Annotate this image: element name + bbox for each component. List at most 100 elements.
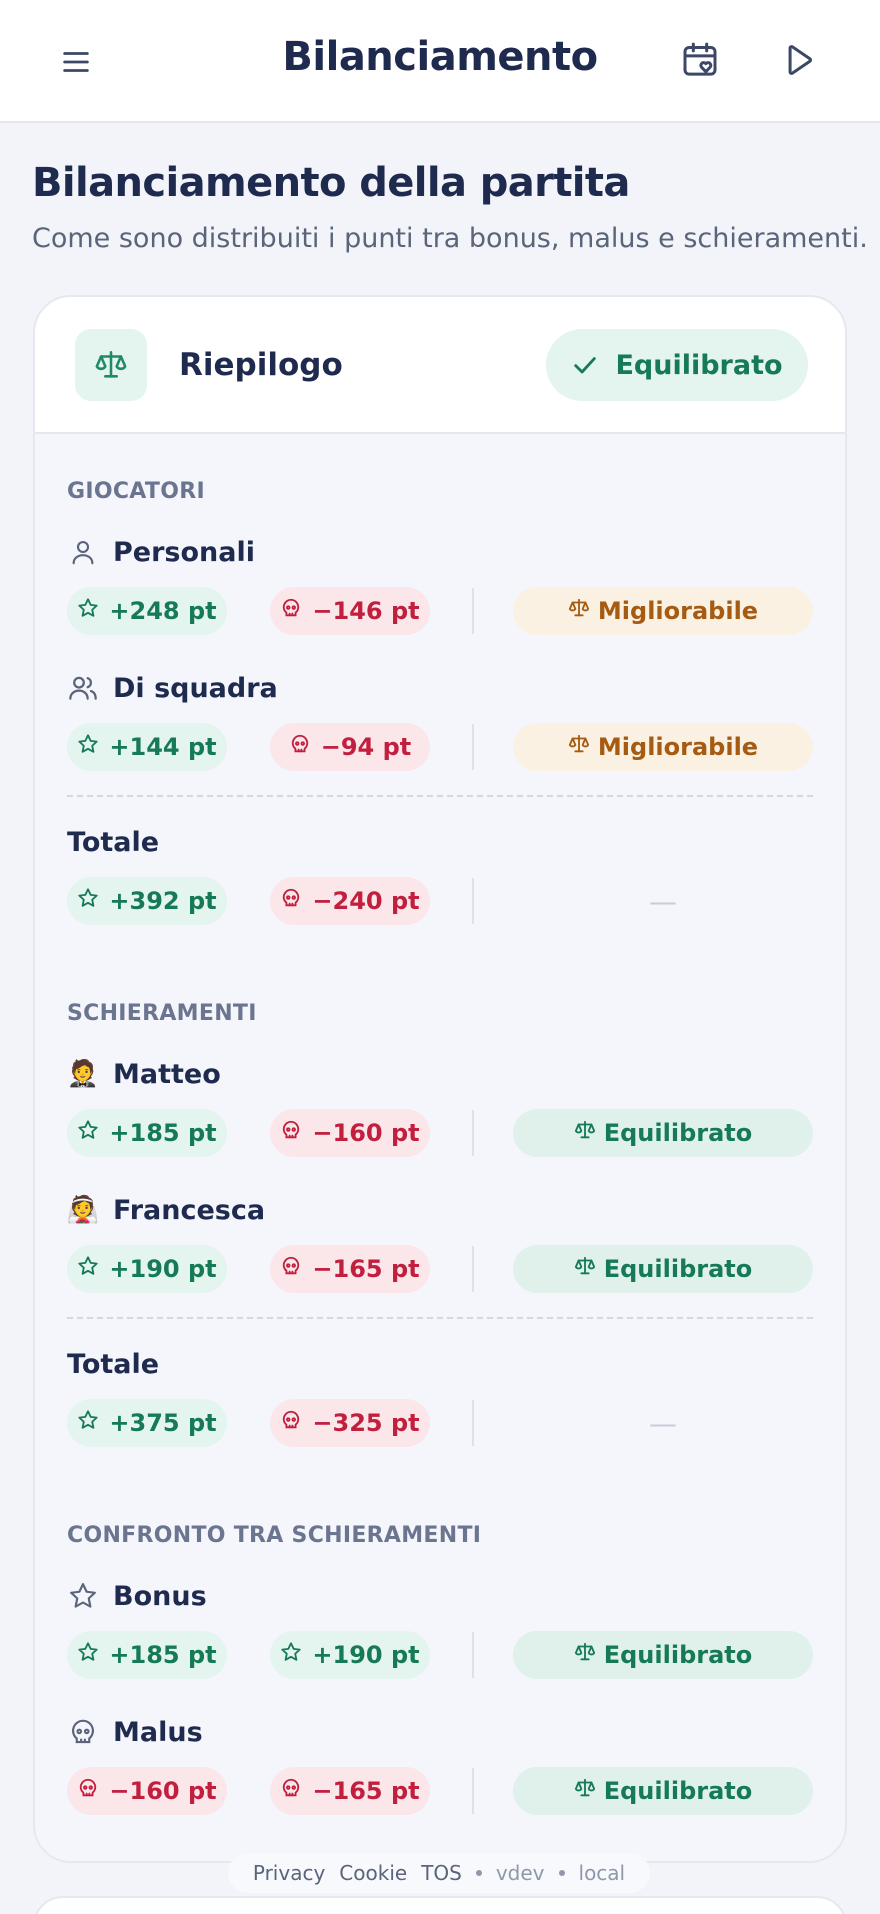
play-button[interactable]: [774, 36, 822, 84]
footer-version: vdev: [495, 1861, 545, 1885]
user-icon: [67, 536, 99, 568]
skull-icon: [280, 1119, 302, 1147]
personal-bonus-pill: +248 pt: [67, 587, 227, 635]
scale-icon: [574, 1119, 596, 1147]
top-bar: Bilanciamento: [0, 0, 880, 123]
users-icon: [67, 672, 99, 704]
section-label-comparison: CONFRONTO TRA SCHIERAMENTI: [67, 1523, 482, 1548]
comparison-malus-left-pill: −160 pt: [67, 1767, 227, 1815]
francesca-state-badge: Equilibrato: [513, 1245, 813, 1293]
team-label: Di squadra: [113, 672, 278, 704]
scale-icon: [574, 1777, 596, 1805]
footer-separator: [558, 1870, 565, 1876]
francesca-malus-pill: −165 pt: [270, 1245, 430, 1293]
matteo-bonus-value: +185 pt: [109, 1119, 217, 1147]
footer: Privacy Cookie TOS vdev local: [228, 1853, 650, 1893]
section-label-players: GIOCATORI: [67, 479, 205, 504]
team-bonus-value: +144 pt: [109, 733, 217, 761]
sides-total-bonus-pill: +375 pt: [67, 1399, 227, 1447]
team-malus-value: −94 pt: [320, 733, 412, 761]
comparison-malus-state-badge: Equilibrato: [513, 1767, 813, 1815]
francesca-label: Francesca: [113, 1194, 266, 1226]
team-state-badge: Migliorabile: [513, 723, 813, 771]
sides-total-malus-pill: −325 pt: [270, 1399, 430, 1447]
star-icon: [67, 1580, 99, 1612]
matteo-state-badge: Equilibrato: [513, 1109, 813, 1157]
personal-malus-value: −146 pt: [312, 597, 420, 625]
matteo-bonus-pill: +185 pt: [67, 1109, 227, 1157]
personal-label: Personali: [113, 536, 255, 568]
francesca-bonus-pill: +190 pt: [67, 1245, 227, 1293]
star-icon: [77, 1255, 99, 1283]
comparison-bonus-right-pill: +190 pt: [270, 1631, 430, 1679]
skull-icon: [289, 733, 311, 761]
comparison-malus-label: Malus: [113, 1716, 203, 1748]
matteo-state-label: Equilibrato: [603, 1119, 753, 1147]
players-total-bonus-pill: +392 pt: [67, 877, 227, 925]
skull-icon: [280, 887, 302, 915]
footer-link-tos[interactable]: TOS: [421, 1861, 462, 1885]
comparison-malus-left-value: −160 pt: [109, 1777, 217, 1805]
row-label-comparison-malus: Malus: [67, 1712, 203, 1752]
dashed-divider: [67, 1317, 813, 1319]
footer-link-privacy[interactable]: Privacy: [253, 1861, 325, 1885]
team-bonus-pill: +144 pt: [67, 723, 227, 771]
row-label-matteo: 🤵 Matteo: [67, 1054, 221, 1094]
players-total-malus-pill: −240 pt: [270, 877, 430, 925]
row-label-francesca: 👰 Francesca: [67, 1190, 265, 1230]
skull-icon: [280, 1409, 302, 1437]
comparison-malus-right-value: −165 pt: [312, 1777, 420, 1805]
footer-link-cookie[interactable]: Cookie: [339, 1861, 407, 1885]
players-total-bonus-value: +392 pt: [109, 887, 217, 915]
scale-icon: [574, 1641, 596, 1669]
comparison-bonus-state-label: Equilibrato: [603, 1641, 753, 1669]
summary-status-badge: Equilibrato: [546, 329, 808, 401]
skull-icon: [280, 1255, 302, 1283]
divider: [472, 588, 474, 634]
skull-icon: [77, 1777, 99, 1805]
comparison-bonus-left-value: +185 pt: [109, 1641, 217, 1669]
skull-icon: [280, 597, 302, 625]
scale-icon: [568, 733, 590, 761]
francesca-state-label: Equilibrato: [603, 1255, 753, 1283]
scale-icon: [95, 350, 127, 378]
matteo-malus-pill: −160 pt: [270, 1109, 430, 1157]
summary-header: Riepilogo Equilibrato: [35, 297, 845, 434]
groom-emoji: 🤵: [66, 1059, 100, 1089]
summary-icon-box: [75, 329, 147, 401]
players-total-malus-value: −240 pt: [312, 887, 420, 915]
app-title: Bilanciamento: [282, 34, 598, 80]
sides-total-state: —: [649, 1406, 677, 1440]
personal-bonus-value: +248 pt: [109, 597, 217, 625]
comparison-malus-state-label: Equilibrato: [603, 1777, 753, 1805]
calendar-heart-icon: [683, 42, 717, 76]
divider: [472, 878, 474, 924]
section-label-sides: SCHIERAMENTI: [67, 1001, 257, 1026]
francesca-malus-value: −165 pt: [312, 1255, 420, 1283]
francesca-bonus-value: +190 pt: [109, 1255, 217, 1283]
star-icon: [77, 1409, 99, 1437]
bride-emoji: 👰: [66, 1195, 100, 1225]
matteo-label: Matteo: [113, 1058, 221, 1090]
row-label-personal: Personali: [67, 532, 255, 572]
calendar-button[interactable]: [676, 36, 724, 84]
divider: [472, 1768, 474, 1814]
divider: [472, 1246, 474, 1292]
comparison-bonus-state-badge: Equilibrato: [513, 1631, 813, 1679]
next-card: [33, 1896, 847, 1914]
divider: [472, 1110, 474, 1156]
personal-state-badge: Migliorabile: [513, 587, 813, 635]
scale-icon: [574, 1255, 596, 1283]
divider: [472, 1400, 474, 1446]
comparison-bonus-right-value: +190 pt: [312, 1641, 420, 1669]
row-label-comparison-bonus: Bonus: [67, 1576, 207, 1616]
dashed-divider: [67, 795, 813, 797]
comparison-bonus-label: Bonus: [113, 1580, 207, 1612]
sides-total-bonus-value: +375 pt: [109, 1409, 217, 1437]
sides-total-malus-value: −325 pt: [312, 1409, 420, 1437]
row-label-team: Di squadra: [67, 668, 278, 708]
footer-separator: [475, 1870, 482, 1876]
players-total-label: Totale: [67, 826, 160, 858]
page-title: Bilanciamento della partita: [32, 160, 630, 206]
page-subtitle: Come sono distribuiti i punti tra bonus,…: [32, 223, 868, 254]
